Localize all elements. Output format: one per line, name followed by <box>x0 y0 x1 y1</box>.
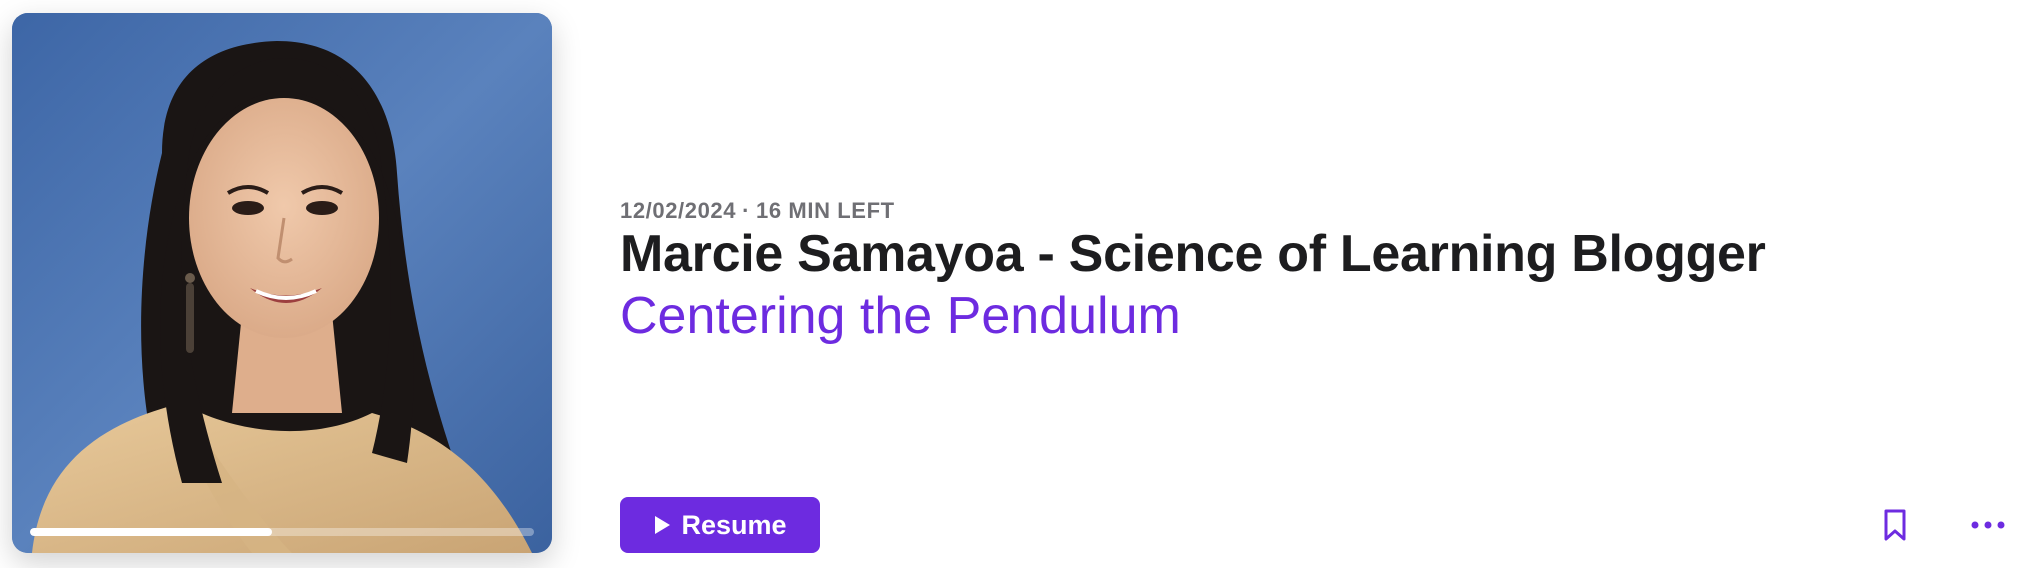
episode-title[interactable]: Centering the Pendulum <box>620 286 1181 346</box>
resume-button[interactable]: Resume <box>620 497 820 553</box>
episode-row[interactable]: 12/02/2024 · 16 MIN LEFT Marcie Samayoa - … <box>0 0 2021 568</box>
episode-date: 12/02/2024 <box>620 198 737 223</box>
meta-separator: · <box>742 198 751 223</box>
resume-label: Resume <box>681 509 787 540</box>
playback-progress-track[interactable] <box>30 528 534 536</box>
time-left: 16 MIN LEFT <box>756 198 895 223</box>
episode-meta: 12/02/2024 · 16 MIN LEFT <box>620 198 895 224</box>
play-icon <box>655 516 671 534</box>
playback-progress-fill <box>30 528 272 536</box>
bookmark-icon <box>1884 509 1906 541</box>
episode-artwork[interactable] <box>12 13 552 553</box>
bookmark-button[interactable] <box>1880 500 1910 550</box>
show-title[interactable]: Marcie Samayoa - Science of Learning Blo… <box>620 224 1766 284</box>
portrait-image <box>12 13 552 553</box>
more-options-button[interactable] <box>1968 508 2008 542</box>
more-icon <box>1971 521 2005 529</box>
